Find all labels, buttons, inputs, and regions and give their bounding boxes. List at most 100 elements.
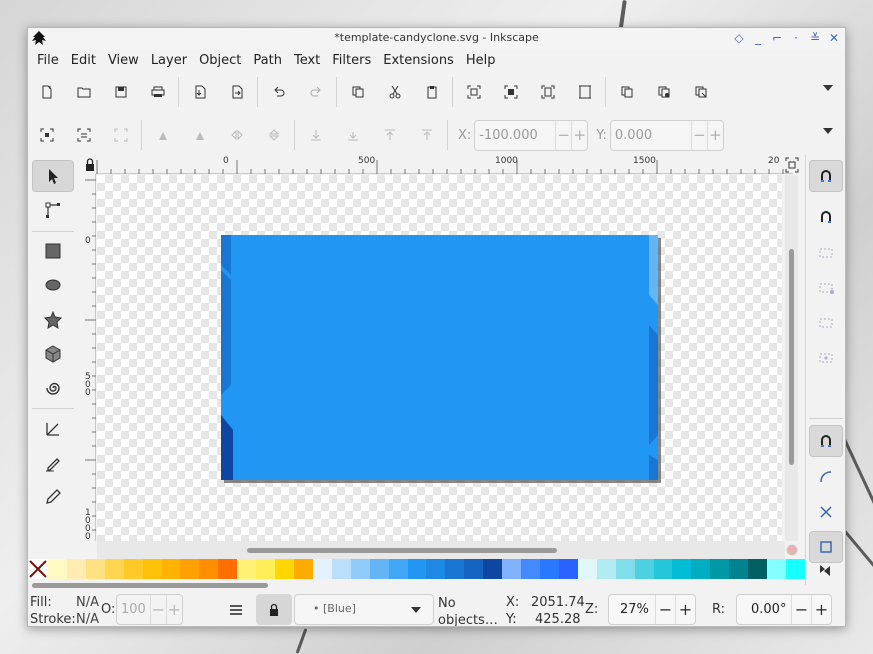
unlink-clone-button[interactable] bbox=[682, 76, 719, 108]
copy-button[interactable] bbox=[339, 76, 376, 108]
color-swatch[interactable] bbox=[653, 559, 673, 579]
horizontal-scroll-thumb[interactable] bbox=[247, 548, 557, 553]
x-value[interactable]: -100.000 bbox=[475, 128, 555, 143]
shade-button[interactable]: · bbox=[789, 30, 803, 46]
flip-vertical-button[interactable] bbox=[255, 119, 292, 151]
palette-scrollbar[interactable] bbox=[28, 579, 805, 591]
rotate-cw-button[interactable] bbox=[181, 119, 218, 151]
color-swatch[interactable] bbox=[331, 559, 351, 579]
lower-bottom-button[interactable] bbox=[297, 119, 334, 151]
rotate-ccw-button[interactable] bbox=[144, 119, 181, 151]
raise-top-button[interactable] bbox=[408, 119, 445, 151]
snap-nodes-button[interactable] bbox=[809, 425, 843, 457]
color-swatch[interactable] bbox=[161, 559, 181, 579]
color-swatch[interactable] bbox=[558, 559, 578, 579]
snap-bbox-center-button[interactable] bbox=[809, 342, 843, 374]
opacity-decrement-button[interactable]: − bbox=[149, 595, 166, 624]
raise-button[interactable] bbox=[371, 119, 408, 151]
color-swatch[interactable] bbox=[615, 559, 635, 579]
duplicate-button[interactable] bbox=[608, 76, 645, 108]
guide-lock-icon[interactable] bbox=[83, 156, 96, 174]
zoom-in-button[interactable]: + bbox=[675, 595, 695, 624]
color-swatch[interactable] bbox=[407, 559, 427, 579]
color-swatch[interactable] bbox=[388, 559, 408, 579]
color-swatch[interactable] bbox=[369, 559, 389, 579]
color-swatch[interactable] bbox=[729, 559, 749, 579]
snap-bbox-corners-button[interactable] bbox=[809, 272, 843, 304]
flip-horizontal-button[interactable] bbox=[218, 119, 255, 151]
color-swatch[interactable] bbox=[748, 559, 768, 579]
menu-layer[interactable]: Layer bbox=[146, 53, 192, 68]
color-swatch[interactable] bbox=[312, 559, 332, 579]
x-increment-button[interactable]: + bbox=[571, 120, 587, 150]
menu-path[interactable]: Path bbox=[248, 53, 287, 68]
color-swatch[interactable] bbox=[85, 559, 105, 579]
zoom-drawing-button[interactable] bbox=[492, 76, 529, 108]
zoom-page-width-button[interactable] bbox=[566, 76, 603, 108]
vertical-scroll-thumb[interactable] bbox=[789, 249, 794, 465]
close-button[interactable]: ✕ bbox=[827, 30, 841, 46]
color-swatch[interactable] bbox=[502, 559, 522, 579]
menu-edit[interactable]: Edit bbox=[66, 53, 101, 68]
color-swatch[interactable] bbox=[539, 559, 559, 579]
star-tool[interactable] bbox=[32, 304, 74, 336]
color-swatch[interactable] bbox=[48, 559, 67, 579]
zoom-out-button[interactable]: − bbox=[655, 595, 675, 624]
color-swatch[interactable] bbox=[218, 559, 238, 579]
select-all-button[interactable] bbox=[28, 119, 65, 151]
zoom-spinbox[interactable]: 27% − + bbox=[608, 594, 696, 625]
color-swatch[interactable] bbox=[767, 559, 786, 579]
opacity-spinbox[interactable]: 100 − + bbox=[116, 594, 183, 625]
vertical-ruler[interactable]: 0 5 0 0 1 0 0 0 bbox=[83, 174, 96, 542]
opacity-increment-button[interactable]: + bbox=[165, 595, 182, 624]
enable-snapping-button[interactable] bbox=[809, 160, 843, 192]
layer-lock-button[interactable] bbox=[256, 594, 292, 625]
snap-bbox-midpoints-button[interactable] bbox=[809, 307, 843, 339]
shade-down-button[interactable]: ≚ bbox=[808, 30, 822, 46]
color-swatch[interactable] bbox=[483, 559, 503, 579]
color-swatch[interactable] bbox=[104, 559, 124, 579]
y-increment-button[interactable]: + bbox=[706, 120, 723, 150]
color-swatch[interactable] bbox=[199, 559, 219, 579]
clone-button[interactable] bbox=[645, 76, 682, 108]
zoom-corner-icon[interactable] bbox=[784, 156, 800, 174]
selector-tool[interactable] bbox=[32, 160, 74, 192]
pen-tool[interactable] bbox=[32, 413, 74, 445]
layers-menu-button[interactable] bbox=[218, 594, 254, 625]
menu-extensions[interactable]: Extensions bbox=[378, 53, 459, 68]
color-swatch[interactable] bbox=[785, 559, 805, 579]
paste-button[interactable] bbox=[413, 76, 450, 108]
undo-button[interactable] bbox=[260, 76, 297, 108]
color-swatch[interactable] bbox=[350, 559, 370, 579]
save-button[interactable] bbox=[102, 76, 139, 108]
snap-bbox-edges-button[interactable] bbox=[809, 237, 843, 269]
keep-above-button[interactable]: ◇ bbox=[732, 30, 746, 46]
rotation-value[interactable]: 0.00° bbox=[737, 602, 791, 617]
open-button[interactable] bbox=[65, 76, 102, 108]
deselect-button[interactable] bbox=[102, 119, 139, 151]
color-swatch[interactable] bbox=[66, 559, 86, 579]
node-tool[interactable] bbox=[32, 194, 74, 226]
color-swatch[interactable] bbox=[596, 559, 616, 579]
new-document-button[interactable] bbox=[28, 76, 65, 108]
rotation-spinbox[interactable]: 0.00° − + bbox=[736, 594, 832, 625]
rotate-increment-button[interactable]: + bbox=[811, 595, 831, 624]
menu-object[interactable]: Object bbox=[194, 53, 246, 68]
redo-button[interactable] bbox=[297, 76, 334, 108]
color-swatch[interactable] bbox=[123, 559, 143, 579]
color-swatch[interactable] bbox=[710, 559, 730, 579]
color-swatch[interactable] bbox=[426, 559, 446, 579]
snap-intersections-button[interactable] bbox=[809, 496, 843, 528]
menu-file[interactable]: File bbox=[32, 53, 64, 68]
drawing-canvas[interactable] bbox=[97, 175, 782, 541]
rotate-decrement-button[interactable]: − bbox=[791, 595, 811, 624]
spiral-tool[interactable] bbox=[32, 372, 74, 404]
opacity-value[interactable]: 100 bbox=[117, 602, 150, 617]
zoom-page-button[interactable] bbox=[529, 76, 566, 108]
minimize-button[interactable]: _ bbox=[751, 30, 765, 46]
snap-bbox-button[interactable] bbox=[809, 201, 843, 233]
color-swatch[interactable] bbox=[142, 559, 162, 579]
x-spinbox[interactable]: -100.000 − + bbox=[474, 119, 589, 151]
lower-button[interactable] bbox=[334, 119, 371, 151]
y-spinbox[interactable]: 0.000 − + bbox=[609, 119, 724, 151]
